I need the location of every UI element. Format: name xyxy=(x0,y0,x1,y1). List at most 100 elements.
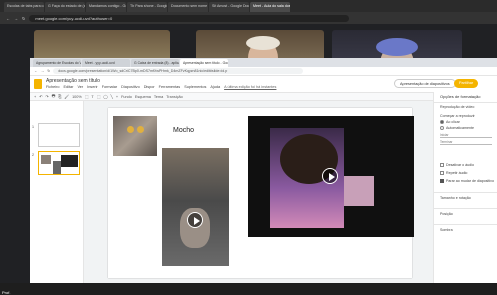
video-object xyxy=(344,176,374,206)
transition-button[interactable]: Transição xyxy=(166,95,183,99)
outer-address-bar: ← → ↻ meet.google.com/yuy-ucdi-uvd?authu… xyxy=(0,12,497,24)
play-icon[interactable] xyxy=(187,212,203,228)
shared-screen: Agrupamento de Escolas do Vi... Meet - y… xyxy=(30,58,497,283)
play-icon[interactable] xyxy=(322,168,338,184)
inner-tab[interactable]: Meet - yyy-ucdi-uvd xyxy=(82,59,130,67)
format-options-panel: Opções de formatação Reprodução de vídeo… xyxy=(433,92,497,283)
divider xyxy=(434,102,497,103)
back-icon[interactable]: ← xyxy=(34,69,38,73)
thumb-video-right xyxy=(61,155,78,167)
mute-label: Desativar o áudio xyxy=(446,163,474,167)
loop-label: Repetir áudio xyxy=(446,171,468,175)
slide-thumbnail-selected[interactable] xyxy=(38,151,80,175)
slide-number: 2 xyxy=(32,153,34,157)
comment-tool[interactable]: + xyxy=(116,95,118,99)
inner-tab[interactable]: Agrupamento de Escolas do Vi... xyxy=(33,59,81,67)
slide-caption[interactable]: Mocho xyxy=(173,127,194,134)
mute-checkbox[interactable] xyxy=(440,163,444,167)
text-box-tool[interactable]: T xyxy=(91,95,93,99)
panel-title: Opções de formatação xyxy=(440,94,481,99)
background-button[interactable]: Fundo xyxy=(121,95,132,99)
share-button[interactable]: Partilhar xyxy=(454,79,479,88)
auto-label: Automaticamente xyxy=(446,126,474,130)
select-tool[interactable]: ⬚ xyxy=(85,94,89,99)
menu-item[interactable]: Ferramentas xyxy=(159,85,181,89)
section-video-playback[interactable]: Reprodução de vídeo xyxy=(440,105,474,109)
slides-header: Apresentação sem título Ficheiro Editar … xyxy=(30,76,497,92)
outer-tab-active[interactable]: Meet - Aula do sala dos... xyxy=(250,2,290,12)
slide-thumbnail[interactable] xyxy=(38,123,80,147)
owl-eye xyxy=(137,126,144,133)
outer-tab[interactable]: Escolas de tabs para o... xyxy=(4,2,44,12)
forward-icon[interactable]: → xyxy=(41,69,45,73)
paint-format-button[interactable]: 🖌 xyxy=(64,94,69,99)
print-button[interactable]: 🖶 xyxy=(52,94,56,100)
menu-item[interactable]: Ver xyxy=(77,85,83,89)
video-left[interactable] xyxy=(162,148,229,266)
participant-hair xyxy=(376,38,418,56)
slides-logo-icon[interactable] xyxy=(34,79,42,89)
editor-toolbar: + ↶ ↷ 🖶 ⎘ 🖌 100% ⬚ T ⬚ ◯ ╲ + Fundo Esque… xyxy=(30,92,433,101)
reload-icon[interactable]: ↻ xyxy=(22,16,25,21)
thumb-owl-image xyxy=(41,155,51,164)
start-at-field[interactable]: Iniciar xyxy=(440,133,492,138)
menu-bar: Ficheiro Editar Ver Inserir Formatar Dia… xyxy=(46,85,276,89)
on-click-label: Ao clicar xyxy=(446,120,460,124)
new-slide-button[interactable]: + xyxy=(34,95,36,99)
zoom-select[interactable]: 100% xyxy=(72,95,82,99)
section-shadow[interactable]: Sombra xyxy=(440,228,453,232)
divider xyxy=(434,192,497,193)
start-playing-label: Começar a reproduzir xyxy=(440,114,475,118)
section-size-rotation[interactable]: Tamanho e rotação xyxy=(440,196,471,200)
participant-hair xyxy=(246,36,280,50)
outer-tab[interactable]: Sit Amost - Google Docs... xyxy=(209,2,249,12)
outer-tab[interactable]: G Faça do estado de (aplicativo... xyxy=(45,2,85,12)
stop-on-change-checkbox[interactable] xyxy=(440,179,444,183)
auto-radio[interactable] xyxy=(440,126,444,130)
undo-button[interactable]: ↶ xyxy=(39,94,42,99)
inner-address-bar: ← → ↻ docs.google.com/presentation/d/1Wo… xyxy=(30,67,497,76)
inner-tab-active[interactable]: Apresentação sem título - Goo... xyxy=(180,59,228,67)
document-title[interactable]: Apresentação sem título xyxy=(46,78,100,84)
line-tool[interactable]: ╲ xyxy=(111,94,113,99)
outer-url-field[interactable]: meet.google.com/yuy-ucdi-uvd?authuser=0 xyxy=(29,14,350,22)
inner-tab[interactable]: G Caixa de entrada (8) - aplicativo... xyxy=(131,59,179,67)
inner-tab-strip: Agrupamento de Escolas do Vi... Meet - y… xyxy=(30,58,497,67)
back-icon[interactable]: ← xyxy=(6,16,10,21)
menu-item[interactable]: Editar xyxy=(64,85,74,89)
slide-canvas[interactable]: Mocho xyxy=(108,108,414,278)
owl-eye xyxy=(127,126,134,133)
menu-item[interactable]: Ficheiro xyxy=(46,85,60,89)
owl-image[interactable] xyxy=(113,116,157,156)
meet-self-label: Prof. xyxy=(2,290,11,295)
menu-item[interactable]: Dispor xyxy=(144,85,155,89)
end-at-field[interactable]: Terminar xyxy=(440,140,492,145)
menu-item[interactable]: Suplementos xyxy=(184,85,206,89)
video-right[interactable] xyxy=(248,116,414,237)
menu-item[interactable]: Ajuda xyxy=(210,85,220,89)
menu-item[interactable]: Inserir xyxy=(87,85,98,89)
layout-button[interactable]: Esquema xyxy=(135,95,151,99)
inner-url-field[interactable]: docs.google.com/presentation/d/1Wo_sdCri… xyxy=(53,68,304,74)
reload-icon[interactable]: ↻ xyxy=(47,69,50,73)
outer-tab[interactable]: Tb Para shone - Google Para... xyxy=(127,2,167,12)
outer-tab-strip: Escolas de tabs para o... G Faça do esta… xyxy=(0,0,497,12)
outer-tab[interactable]: Mandamos contigo - Google S... xyxy=(86,2,126,12)
forward-icon[interactable]: → xyxy=(14,16,18,21)
slide-number: 1 xyxy=(32,125,34,129)
divider xyxy=(434,224,497,225)
copy-format-button[interactable]: ⎘ xyxy=(58,95,61,99)
outer-tab[interactable]: Documento sem nome - Goog... xyxy=(168,2,208,12)
loop-checkbox[interactable] xyxy=(440,171,444,175)
redo-button[interactable]: ↷ xyxy=(45,94,48,99)
menu-item[interactable]: Formatar xyxy=(102,85,117,89)
section-position[interactable]: Posição xyxy=(440,212,453,216)
image-tool[interactable]: ⬚ xyxy=(97,94,101,99)
slide-canvas-area: Mocho xyxy=(84,101,433,283)
on-click-radio[interactable] xyxy=(440,120,444,124)
theme-button[interactable]: Tema xyxy=(154,95,163,99)
last-edit-link[interactable]: A última edição foi há instantes xyxy=(224,85,276,89)
shape-tool[interactable]: ◯ xyxy=(103,94,107,99)
present-button[interactable]: Apresentação de diapositivos xyxy=(394,79,456,88)
menu-item[interactable]: Diapositivo xyxy=(121,85,140,89)
